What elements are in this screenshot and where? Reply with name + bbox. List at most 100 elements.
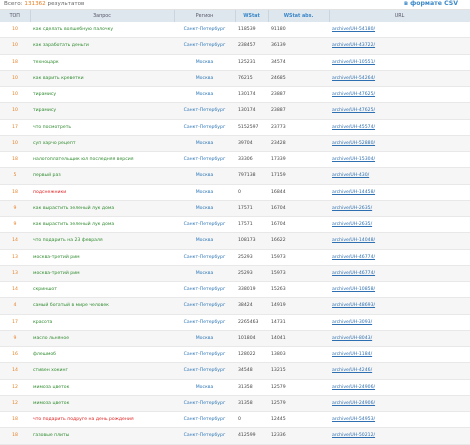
- url-link[interactable]: archive/UH-15304/: [329, 151, 470, 169]
- region-cell: Санкт-Петербург: [174, 281, 235, 299]
- query-cell: стивен хокинг: [30, 362, 174, 380]
- url-link[interactable]: archive/UH-2635/: [329, 200, 470, 218]
- wstat-cell: 108173: [235, 232, 268, 250]
- wstat-cell: 130174: [235, 86, 268, 104]
- wstat-cell: 412599: [235, 427, 268, 445]
- wstat-abs-cell: 16844: [268, 184, 329, 201]
- region-cell: Санкт-Петербург: [174, 427, 235, 445]
- query-cell: что подарить подруге на день рождения: [30, 411, 174, 429]
- col-wstat-abs-header[interactable]: WStat abs.: [268, 10, 330, 22]
- col-region-header[interactable]: Регион: [174, 10, 236, 22]
- query-cell: как варить креветки: [30, 70, 174, 88]
- url-link[interactable]: archive/UH-43722/: [329, 37, 470, 55]
- region-cell: Москва: [174, 70, 235, 88]
- wstat-cell: 39704: [235, 135, 268, 153]
- top-cell: 9: [0, 200, 30, 218]
- url-link[interactable]: archive/UH-45574/: [329, 119, 470, 136]
- top-cell: 14: [0, 281, 30, 299]
- wstat-cell: 17571: [235, 216, 268, 234]
- top-cell: 16: [0, 346, 30, 364]
- query-cell: как заработать деньги: [30, 37, 174, 55]
- table-row: 4 самый богатый в мире человек Санкт-Петер…: [0, 297, 470, 315]
- url-link[interactable]: archive/UH-3093/: [329, 314, 470, 331]
- col-wstat-header[interactable]: WStat: [235, 10, 269, 22]
- wstat-abs-cell: 23773: [268, 119, 329, 136]
- table-row: 13 москва-третий рим Санкт-Петербург 25293 1…: [0, 249, 470, 266]
- url-link[interactable]: archive/UH-4246/: [329, 362, 470, 380]
- wstat-abs-cell: 14919: [268, 297, 329, 315]
- table-row: 9 как вырастить зеленый лук дома Санкт-Пет…: [0, 216, 470, 234]
- query-cell: техноцарк: [30, 54, 174, 71]
- url-link[interactable]: archive/UH-24906/: [329, 379, 470, 396]
- wstat-cell: 0: [235, 184, 268, 201]
- wstat-cell: 797138: [235, 167, 268, 185]
- query-cell: тирамису: [30, 86, 174, 104]
- url-link[interactable]: archive/UH-10858/: [329, 281, 470, 299]
- url-link[interactable]: archive/UH-2635/: [329, 216, 470, 234]
- table-row: 13 москва-третий рим Москва 25293 15973 archi…: [0, 265, 470, 283]
- top-cell: 17: [0, 314, 30, 331]
- table-row: 18 техноцарк Москва 125231 34574 archive/UH-1…: [0, 54, 470, 71]
- top-cell: 10: [0, 70, 30, 88]
- top-cell: 14: [0, 362, 30, 380]
- wstat-abs-cell: 13215: [268, 362, 329, 380]
- col-query-header[interactable]: Запрос: [30, 10, 175, 22]
- top-cell: 12: [0, 379, 30, 396]
- url-link[interactable]: archive/UH-46774/: [329, 249, 470, 266]
- wstat-abs-cell: 15263: [268, 281, 329, 299]
- export-csv-link[interactable]: в формате CSV: [404, 0, 458, 8]
- region-cell: Москва: [174, 167, 235, 185]
- table-row: 18 газовые плиты Санкт-Петербург 412599 1233…: [0, 427, 470, 445]
- top-cell: 18: [0, 151, 30, 169]
- wstat-cell: 33306: [235, 151, 268, 169]
- table-row: 18 налогоплательщик юл последняя версия Са…: [0, 151, 470, 169]
- region-cell: Москва: [174, 54, 235, 71]
- url-link[interactable]: archive/UH-54953/: [329, 411, 470, 429]
- top-cell: 13: [0, 249, 30, 266]
- url-link[interactable]: archive/UH-50212/: [329, 427, 470, 445]
- url-link[interactable]: archive/UH-48693/: [329, 297, 470, 315]
- wstat-abs-cell: 14731: [268, 314, 329, 331]
- query-cell: скриншот: [30, 281, 174, 299]
- url-link[interactable]: archive/UH-52880/: [329, 135, 470, 153]
- url-link[interactable]: archive/UH-47625/: [329, 102, 470, 120]
- url-link[interactable]: archive/UH-46774/: [329, 265, 470, 283]
- query-cell: первый раз: [30, 167, 174, 185]
- region-cell: Санкт-Петербург: [174, 216, 235, 234]
- url-link[interactable]: archive/UH-10551/: [329, 54, 470, 71]
- table-row: 10 как варить креветки Москва 76215 24685 arc…: [0, 70, 470, 88]
- wstat-cell: 31358: [235, 395, 268, 413]
- region-cell: Москва: [174, 265, 235, 283]
- query-cell: самый богатый в мире человек: [30, 297, 174, 315]
- col-top-header[interactable]: ТОП: [0, 10, 31, 22]
- url-link[interactable]: archive/UH-47625/: [329, 86, 470, 104]
- wstat-abs-cell: 17339: [268, 151, 329, 169]
- wstat-cell: 17571: [235, 200, 268, 218]
- table-row: 9 как вырастить зеленый лук дома Москва 175…: [0, 200, 470, 218]
- table-row: 16 флешмоб Санкт-Петербург 128022 13803 archi…: [0, 346, 470, 364]
- url-link[interactable]: archive/UH-1184/: [329, 346, 470, 364]
- wstat-cell: 5152597: [235, 119, 268, 136]
- col-url-header[interactable]: URL: [329, 10, 470, 22]
- wstat-cell: 125231: [235, 54, 268, 71]
- url-link[interactable]: archive/UH-14048/: [329, 232, 470, 250]
- query-cell: что подарить на 23 февраля: [30, 232, 174, 250]
- top-cell: 9: [0, 216, 30, 234]
- query-cell: масло льняное: [30, 330, 174, 348]
- top-cell: 10: [0, 22, 30, 39]
- url-link[interactable]: archive/UH-14458/: [329, 184, 470, 201]
- url-link[interactable]: archive/UH-54264/: [329, 70, 470, 88]
- wstat-abs-cell: 23887: [268, 102, 329, 120]
- url-link[interactable]: archive/UH-430/: [329, 167, 470, 185]
- url-link[interactable]: archive/UH-8043/: [329, 330, 470, 348]
- region-cell: Москва: [174, 86, 235, 104]
- url-link[interactable]: archive/UH-54180/: [329, 22, 470, 39]
- top-cell: 14: [0, 232, 30, 250]
- wstat-abs-cell: 15973: [268, 265, 329, 283]
- wstat-abs-cell: 34574: [268, 54, 329, 71]
- region-cell: Москва: [174, 330, 235, 348]
- top-cell: 10: [0, 86, 30, 104]
- region-cell: Санкт-Петербург: [174, 249, 235, 266]
- top-cell: 18: [0, 427, 30, 445]
- url-link[interactable]: archive/UH-24906/: [329, 395, 470, 413]
